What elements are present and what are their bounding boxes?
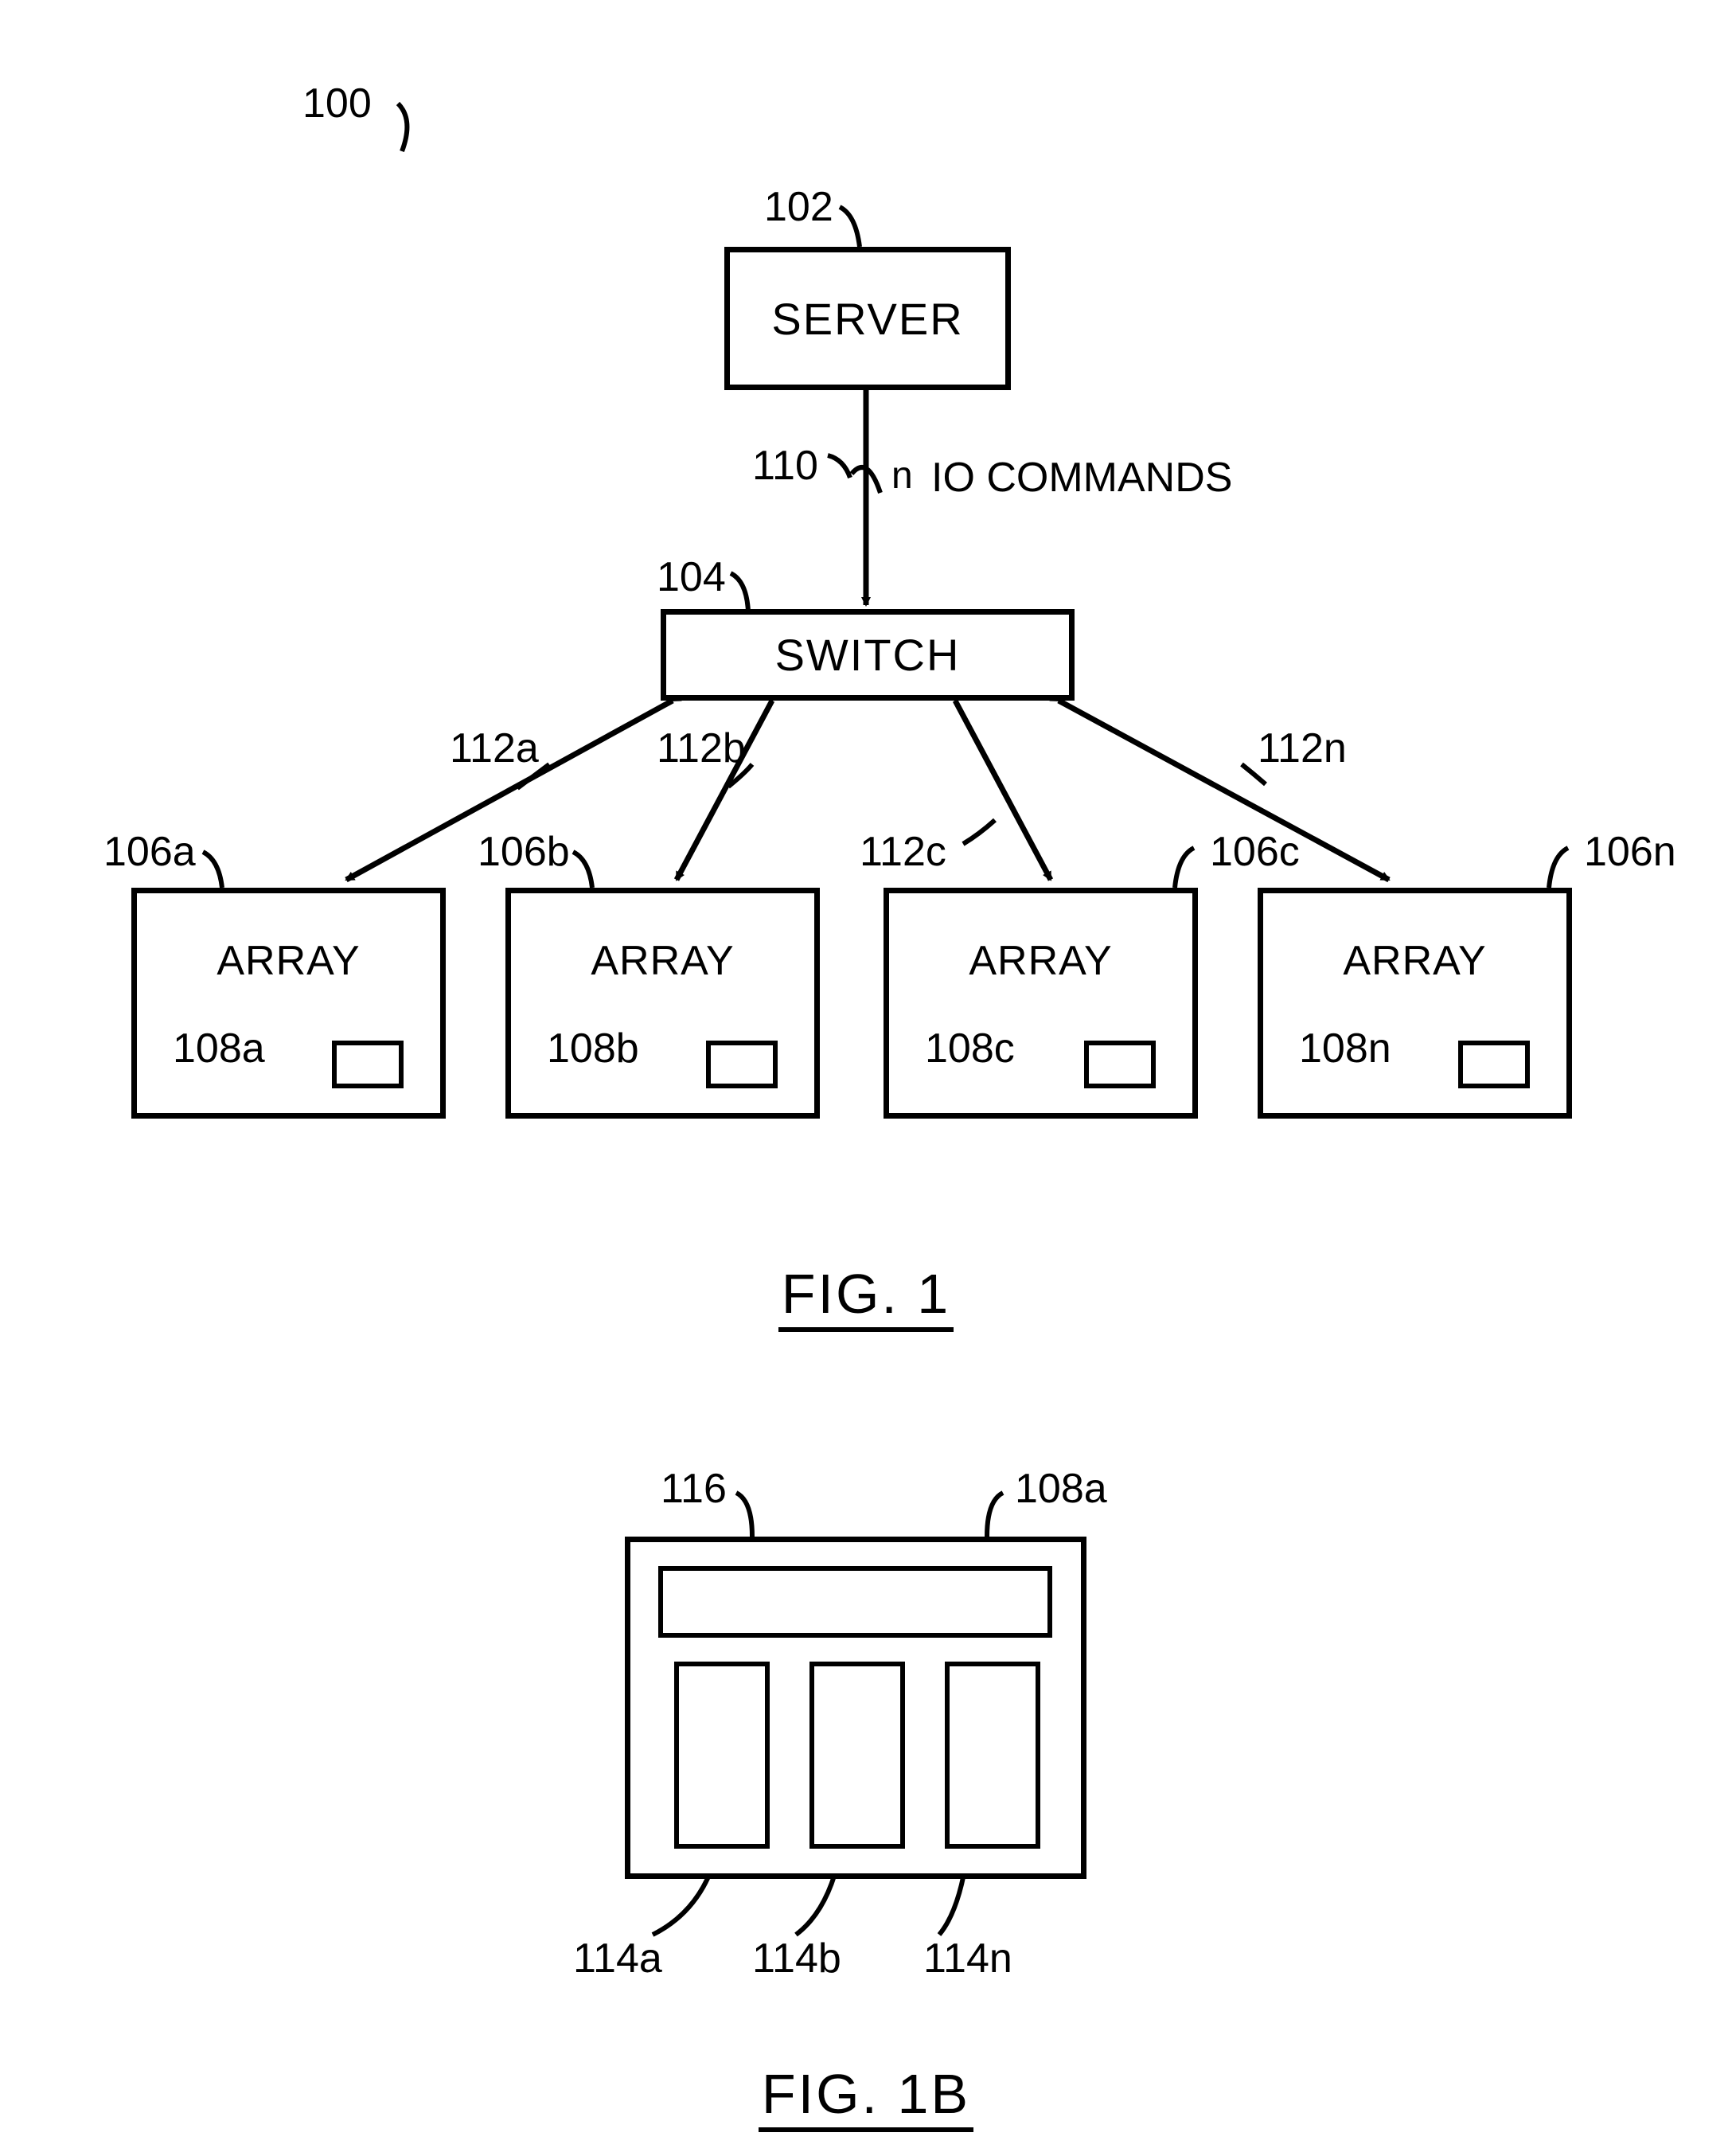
array-n-box: ARRAY 108n [1258, 888, 1572, 1119]
array-c-box: ARRAY 108c [884, 888, 1198, 1119]
io-commands-label: IO COMMANDS [931, 454, 1232, 502]
ref-106c: 106c [1210, 828, 1300, 876]
ref-112c: 112c [860, 828, 946, 876]
ref-108n: 108n [1299, 1025, 1391, 1072]
ref-108c: 108c [925, 1025, 1015, 1072]
ref-108a-fig1b: 108a [1015, 1465, 1107, 1513]
ref-108b: 108b [547, 1025, 639, 1072]
ref-112b: 112b [657, 725, 746, 772]
ref-114b: 114b [752, 1935, 841, 1982]
switch-box: SWITCH [661, 609, 1075, 701]
server-label: SERVER [771, 293, 963, 345]
diagram-page: 100 102 SERVER 110 n IO COMMANDS 104 SWI… [0, 0, 1732, 2156]
fig1b-title: FIG. 1B [0, 2062, 1732, 2132]
ref-100: 100 [302, 80, 372, 127]
ref-108a: 108a [173, 1025, 265, 1072]
ref-114n: 114n [923, 1935, 1012, 1982]
server-box: SERVER [724, 247, 1011, 390]
array-n-label: ARRAY [1343, 937, 1486, 985]
fig1b-col-a [674, 1662, 770, 1849]
fig1b-col-n [945, 1662, 1040, 1849]
inner-box-n [1458, 1041, 1530, 1088]
ref-114a: 114a [573, 1935, 662, 1982]
ref-106n: 106n [1584, 828, 1676, 876]
ref-116: 116 [661, 1465, 727, 1513]
ref-112n: 112n [1258, 725, 1347, 772]
fig1b-col-b [809, 1662, 905, 1849]
inner-box-a [332, 1041, 404, 1088]
ref-112a: 112a [450, 725, 539, 772]
fig1b-outer-box [625, 1537, 1086, 1879]
fig1b-top-bar [658, 1566, 1052, 1638]
n-label: n [891, 454, 913, 498]
array-a-box: ARRAY 108a [131, 888, 446, 1119]
inner-box-c [1084, 1041, 1156, 1088]
ref-104: 104 [657, 553, 726, 601]
array-c-label: ARRAY [969, 937, 1112, 985]
array-b-label: ARRAY [591, 937, 734, 985]
switch-label: SWITCH [775, 629, 961, 681]
ref-110: 110 [752, 442, 818, 490]
array-b-box: ARRAY 108b [505, 888, 820, 1119]
ref-106b: 106b [478, 828, 570, 876]
inner-box-b [706, 1041, 778, 1088]
ref-102: 102 [764, 183, 833, 231]
fig1-title: FIG. 1 [0, 1262, 1732, 1332]
array-a-label: ARRAY [216, 937, 360, 985]
ref-106a: 106a [103, 828, 196, 876]
